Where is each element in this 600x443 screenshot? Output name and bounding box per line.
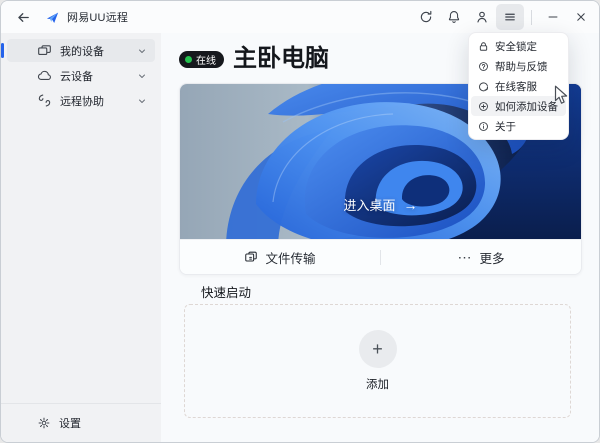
close-button[interactable]	[567, 4, 595, 30]
notifications-button[interactable]	[440, 4, 468, 30]
file-transfer-button[interactable]: 文件传输	[180, 240, 380, 274]
devices-icon	[37, 43, 52, 58]
device-name: 主卧电脑	[233, 47, 329, 71]
user-icon	[475, 10, 489, 24]
add-label: 添加	[366, 376, 389, 392]
status-badge: 在线	[179, 51, 224, 68]
app-window: 网易UU远程	[0, 0, 600, 443]
sidebar-item-label: 远程协助	[60, 93, 104, 109]
menu-item-label: 在线客服	[495, 79, 537, 94]
enter-desktop-button[interactable]: 进入桌面 →	[180, 194, 581, 215]
hamburger-icon	[503, 10, 517, 24]
app-logo-icon	[45, 10, 60, 25]
enter-desktop-label: 进入桌面	[343, 195, 395, 214]
titlebar-actions	[412, 4, 599, 30]
sidebar-item-my-devices[interactable]: 我的设备	[7, 39, 155, 62]
menu-item-label: 安全锁定	[495, 39, 537, 54]
device-header: 在线 主卧电脑	[179, 47, 329, 71]
gear-icon	[37, 416, 51, 430]
chevron-down-icon	[137, 46, 147, 56]
cloud-icon	[37, 68, 52, 83]
menu-item-about[interactable]: 关于	[471, 116, 566, 136]
titlebar-divider	[531, 10, 532, 25]
online-dot-icon	[185, 56, 192, 63]
menu-item-security-lock[interactable]: 安全锁定	[471, 36, 566, 56]
sidebar-item-label: 我的设备	[60, 43, 104, 59]
headset-icon	[478, 81, 489, 92]
menu-item-help-feedback[interactable]: 帮助与反馈	[471, 56, 566, 76]
chevron-down-icon	[137, 96, 147, 106]
menu-button[interactable]	[496, 4, 524, 30]
bell-icon	[447, 10, 461, 24]
refresh-icon	[419, 10, 433, 24]
sidebar-item-label: 云设备	[60, 68, 93, 84]
sidebar: 我的设备 云设备 远程协助	[1, 33, 161, 442]
status-text: 在线	[196, 52, 216, 67]
title-bar: 网易UU远程	[1, 1, 599, 33]
menu-item-online-support[interactable]: 在线客服	[471, 76, 566, 96]
account-button[interactable]	[468, 4, 496, 30]
quick-launch-empty-area: + 添加	[184, 304, 571, 418]
more-label: 更多	[479, 248, 504, 267]
minimize-button[interactable]	[539, 4, 567, 30]
help-icon	[478, 61, 489, 72]
info-icon	[478, 121, 489, 132]
add-device-icon	[478, 101, 489, 112]
sidebar-item-cloud-devices[interactable]: 云设备	[7, 64, 155, 87]
sidebar-item-remote-assist[interactable]: 远程协助	[7, 89, 155, 112]
plus-icon: +	[359, 330, 397, 368]
close-icon	[574, 10, 588, 24]
app-title: 网易UU远程	[67, 9, 128, 25]
sidebar-item-settings[interactable]: 设置	[7, 411, 155, 434]
selected-indicator	[1, 43, 4, 58]
settings-label: 设置	[59, 415, 81, 431]
minimize-icon	[546, 10, 560, 24]
arrow-right-icon: →	[404, 197, 418, 213]
remote-assist-icon	[37, 93, 52, 108]
file-transfer-label: 文件传输	[265, 248, 315, 267]
menu-item-label: 关于	[495, 119, 516, 134]
add-button[interactable]: + 添加	[353, 329, 403, 393]
menu-item-label: 如何添加设备	[495, 99, 558, 114]
more-button[interactable]: ⋯ 更多	[381, 240, 581, 274]
lock-icon	[478, 41, 489, 52]
sidebar-footer: 设置	[1, 403, 161, 442]
refresh-button[interactable]	[412, 4, 440, 30]
quick-launch-title: 快速启动	[201, 282, 251, 301]
menu-item-label: 帮助与反馈	[495, 59, 548, 74]
arrow-left-icon	[16, 10, 31, 25]
menu-item-how-to-add-device[interactable]: 如何添加设备	[471, 96, 566, 116]
card-action-bar: 文件传输 ⋯ 更多	[180, 239, 581, 274]
file-transfer-icon	[244, 250, 258, 264]
dropdown-menu: 安全锁定 帮助与反馈 在线客服 如何添加设备 关于	[468, 32, 569, 140]
chevron-down-icon	[137, 71, 147, 81]
back-button[interactable]	[9, 4, 37, 30]
